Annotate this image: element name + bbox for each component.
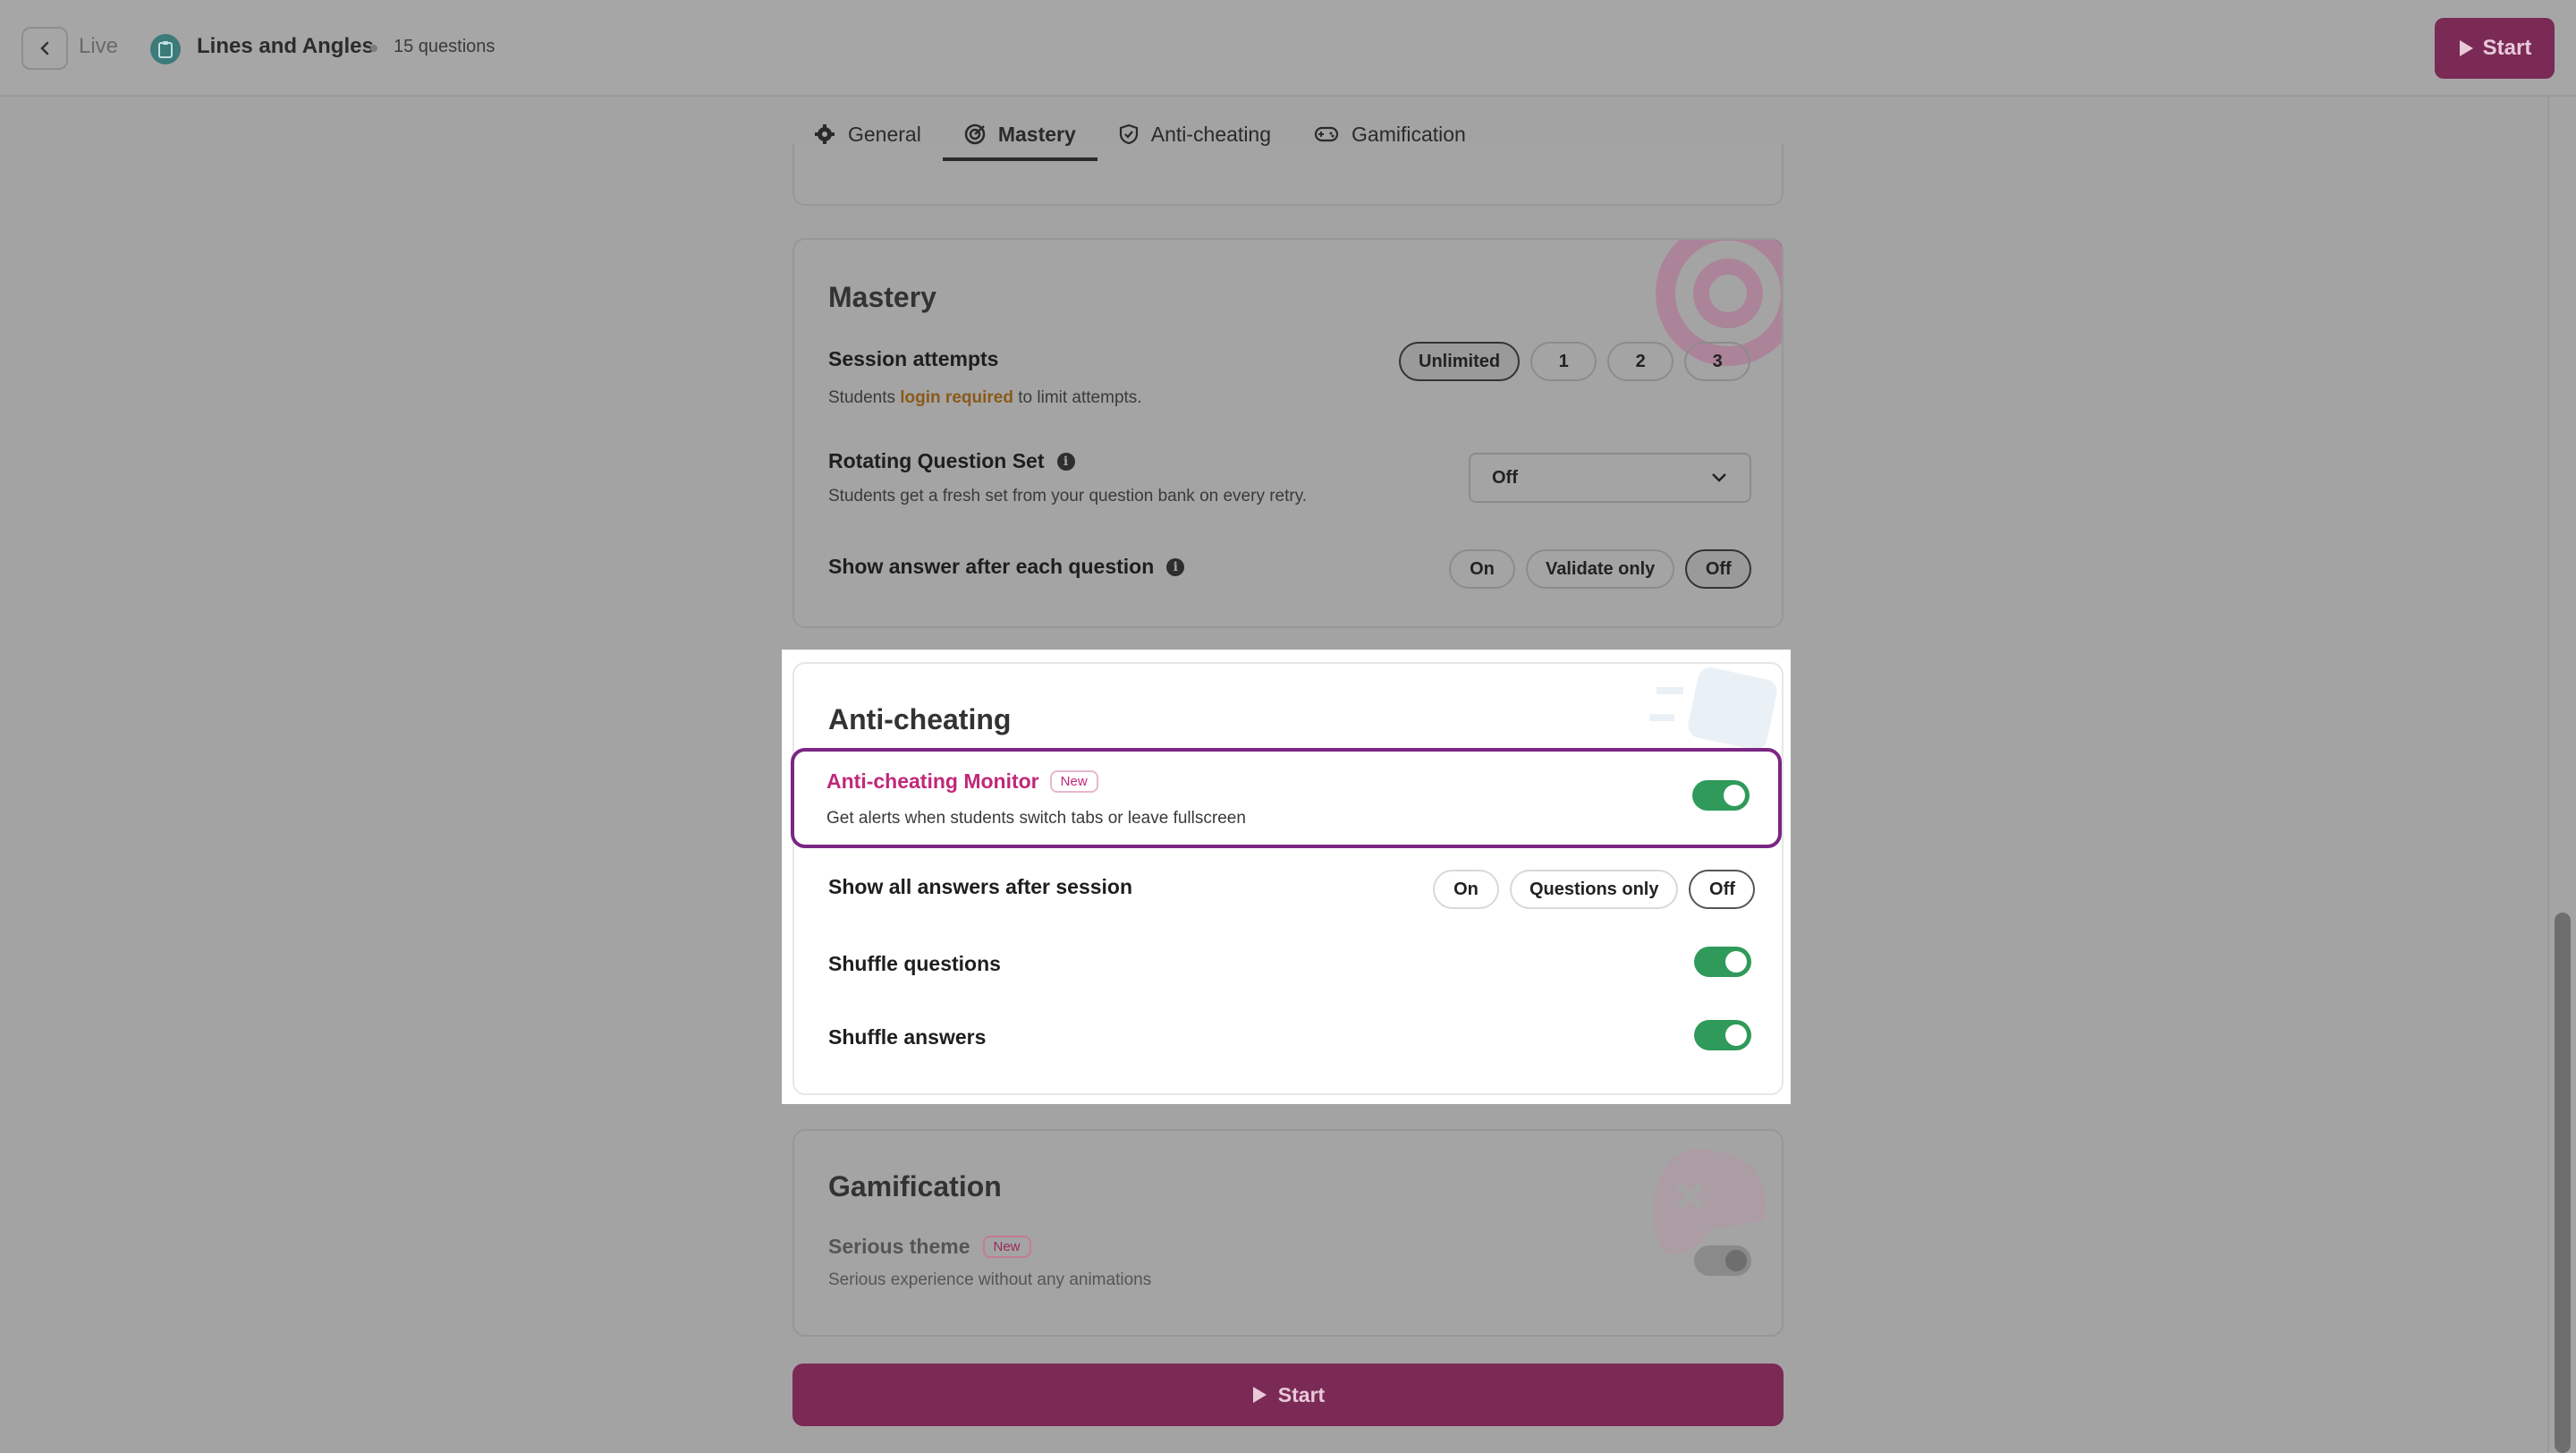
- show-all-answers-on[interactable]: On: [1433, 870, 1499, 909]
- rotating-question-set-label: Rotating Question Set i: [828, 449, 1075, 473]
- show-all-answers-options: On Questions only Off: [1433, 870, 1756, 909]
- anti-cheating-card: Anti-cheating Anti-cheating Monitor New …: [791, 662, 1784, 1095]
- settings-tabs: General Mastery Anti-cheating Gamificati…: [792, 107, 1487, 161]
- separator-dot: [370, 45, 377, 52]
- serious-theme-label: Serious theme New: [828, 1235, 1031, 1259]
- anti-cheating-monitor-toggle[interactable]: [1692, 780, 1750, 811]
- rotating-question-set-desc: Students get a fresh set from your quest…: [828, 487, 1308, 506]
- question-count: 15 questions: [394, 37, 496, 56]
- tab-label: Mastery: [997, 122, 1076, 146]
- play-icon: [1252, 1387, 1267, 1403]
- show-answer-validate-only[interactable]: Validate only: [1526, 549, 1675, 589]
- play-icon: [2459, 40, 2473, 56]
- login-required-link[interactable]: login required: [900, 388, 1013, 407]
- quiz-icon: [150, 34, 181, 64]
- tab-label: General: [848, 122, 921, 146]
- scrollbar-thumb[interactable]: [2555, 913, 2571, 1453]
- rotating-question-set-select[interactable]: Off: [1469, 453, 1751, 503]
- new-badge: New: [982, 1236, 1031, 1258]
- live-label[interactable]: Live: [79, 34, 118, 59]
- tab-general[interactable]: General: [792, 107, 943, 161]
- serious-theme-desc: Serious experience without any animation…: [828, 1270, 1152, 1289]
- info-icon[interactable]: i: [1166, 557, 1185, 576]
- tab-anti-cheating[interactable]: Anti-cheating: [1097, 107, 1292, 161]
- show-all-answers-label: Show all answers after session: [828, 875, 1133, 898]
- chevron-left-icon: [40, 41, 49, 55]
- show-answer-off[interactable]: Off: [1685, 549, 1752, 589]
- gear-icon: [815, 124, 835, 144]
- tab-label: Anti-cheating: [1150, 122, 1272, 146]
- start-label: Start: [2482, 36, 2532, 60]
- show-all-answers-questions-only[interactable]: Questions only: [1510, 870, 1679, 909]
- start-label: Start: [1277, 1382, 1326, 1406]
- back-button[interactable]: [21, 27, 68, 70]
- session-attempts-options: Unlimited 1 2 3: [1399, 342, 1751, 381]
- mastery-title: Mastery: [828, 281, 936, 313]
- show-answer-on[interactable]: On: [1449, 549, 1515, 589]
- attempts-unlimited[interactable]: Unlimited: [1399, 342, 1521, 381]
- anti-cheating-title: Anti-cheating: [828, 703, 1012, 735]
- chevron-down-icon: [1712, 473, 1726, 482]
- attempts-1[interactable]: 1: [1530, 342, 1597, 381]
- new-badge: New: [1049, 770, 1098, 793]
- info-icon[interactable]: i: [1056, 452, 1075, 471]
- start-button-bottom[interactable]: Start: [792, 1364, 1784, 1426]
- gamification-card: Gamification Serious theme New Serious e…: [792, 1129, 1784, 1337]
- show-answer-label: Show answer after each question i: [828, 555, 1185, 579]
- session-attempts-label: Session attempts: [828, 347, 999, 370]
- quiz-title: Lines and Angles: [197, 34, 374, 58]
- target-icon: [964, 123, 986, 145]
- top-bar: Live Lines and Angles 15 questions Start: [0, 0, 2576, 97]
- shuffle-answers-toggle[interactable]: [1694, 1020, 1751, 1050]
- anti-cheating-monitor-row: Anti-cheating Monitor New Get alerts whe…: [791, 748, 1782, 848]
- show-all-answers-off[interactable]: Off: [1689, 870, 1756, 909]
- start-button-top[interactable]: Start: [2435, 18, 2555, 79]
- shuffle-questions-label: Shuffle questions: [828, 952, 1001, 975]
- attempts-3[interactable]: 3: [1684, 342, 1751, 381]
- attempts-2[interactable]: 2: [1607, 342, 1674, 381]
- shield-icon: [1119, 123, 1138, 145]
- anti-cheating-monitor-desc: Get alerts when students switch tabs or …: [826, 809, 1246, 828]
- gamepad-icon: [1314, 126, 1339, 142]
- anti-cheating-monitor-label: Anti-cheating Monitor New: [826, 769, 1098, 794]
- tab-mastery[interactable]: Mastery: [942, 107, 1097, 161]
- mastery-card: Mastery Session attempts Students login …: [792, 238, 1784, 628]
- tab-gamification[interactable]: Gamification: [1292, 107, 1487, 161]
- shuffle-questions-toggle[interactable]: [1694, 947, 1751, 977]
- gamification-title: Gamification: [828, 1170, 1002, 1202]
- select-value: Off: [1492, 467, 1518, 488]
- tab-label: Gamification: [1352, 122, 1466, 146]
- serious-theme-toggle[interactable]: [1694, 1245, 1751, 1276]
- session-attempts-desc: Students login required to limit attempt…: [828, 388, 1142, 407]
- shuffle-answers-label: Shuffle answers: [828, 1025, 987, 1049]
- show-answer-options: On Validate only Off: [1449, 549, 1752, 589]
